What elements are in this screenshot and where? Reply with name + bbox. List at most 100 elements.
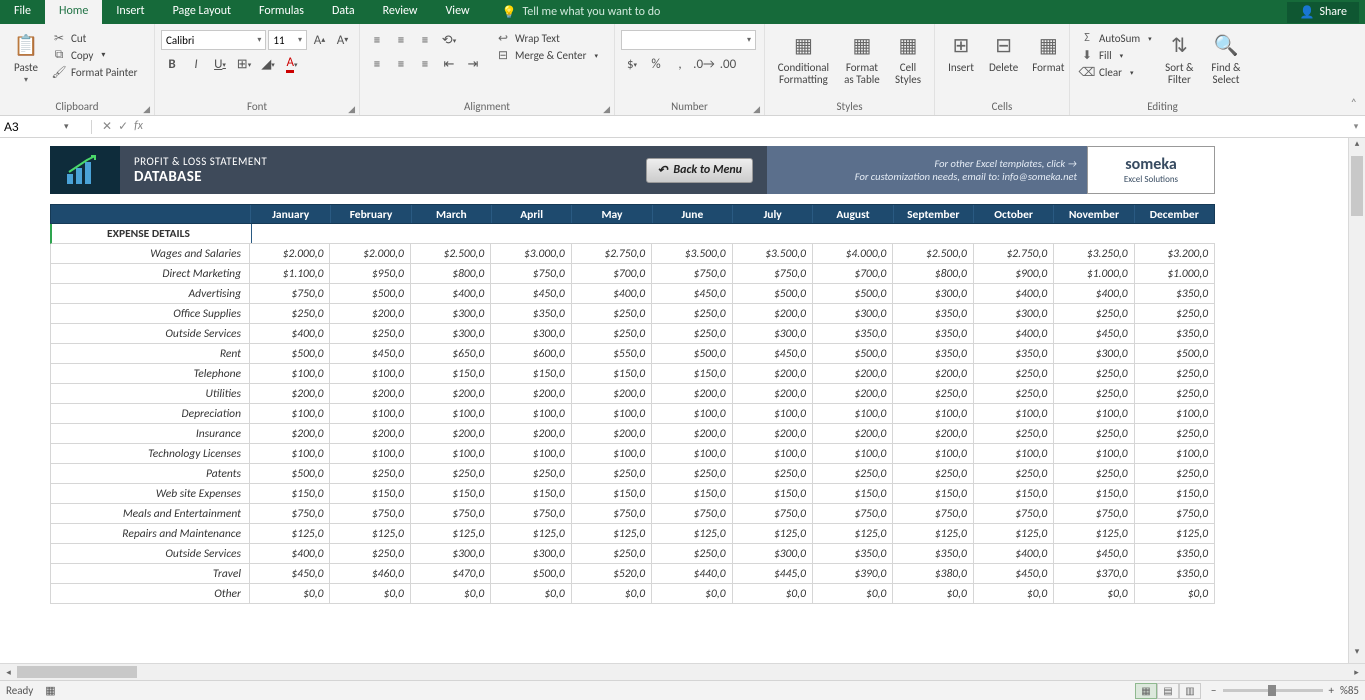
data-cell[interactable]: $900,0	[974, 264, 1054, 283]
data-cell[interactable]: $0,0	[330, 584, 410, 603]
data-cell[interactable]: $300,0	[733, 544, 813, 563]
data-cell[interactable]: $500,0	[813, 284, 893, 303]
data-cell[interactable]: $350,0	[893, 344, 973, 363]
data-cell[interactable]: $200,0	[330, 384, 410, 403]
data-cell[interactable]: $2.000,0	[330, 244, 410, 263]
chevron-down-icon[interactable]: ▾	[64, 121, 69, 132]
data-cell[interactable]: $350,0	[1135, 544, 1215, 563]
dialog-launcher-icon[interactable]: ◢	[753, 104, 760, 115]
data-cell[interactable]: $200,0	[250, 384, 330, 403]
dialog-launcher-icon[interactable]: ◢	[348, 104, 355, 115]
insert-cells-button[interactable]: ⊞Insert	[941, 30, 981, 76]
horizontal-scrollbar[interactable]: ◂ ▸	[0, 663, 1365, 680]
table-row[interactable]: Travel$450,0$460,0$470,0$500,0$520,0$440…	[50, 564, 1215, 584]
data-cell[interactable]: $200,0	[733, 424, 813, 443]
borders-button[interactable]: ⊞▾	[233, 54, 255, 74]
data-cell[interactable]: $750,0	[572, 504, 652, 523]
increase-decimal-button[interactable]: .0→	[693, 54, 715, 74]
data-cell[interactable]: $125,0	[250, 524, 330, 543]
increase-indent-button[interactable]: ⇥	[462, 54, 484, 74]
data-cell[interactable]: $250,0	[330, 464, 410, 483]
format-cells-button[interactable]: ▦Format	[1026, 30, 1070, 76]
data-cell[interactable]: $650,0	[411, 344, 491, 363]
align-middle-button[interactable]: ≡	[390, 30, 412, 50]
bold-button[interactable]: B	[161, 54, 183, 74]
data-cell[interactable]: $350,0	[893, 544, 973, 563]
data-cell[interactable]: $3.200,0	[1135, 244, 1215, 263]
data-cell[interactable]: $200,0	[893, 364, 973, 383]
data-cell[interactable]: $250,0	[572, 464, 652, 483]
data-cell[interactable]: $400,0	[250, 544, 330, 563]
table-row[interactable]: Wages and Salaries$2.000,0$2.000,0$2.500…	[50, 244, 1215, 264]
data-cell[interactable]: $250,0	[974, 424, 1054, 443]
data-cell[interactable]: $2.000,0	[250, 244, 330, 263]
percent-button[interactable]: %	[645, 54, 667, 74]
data-cell[interactable]: $200,0	[652, 424, 732, 443]
data-cell[interactable]: $370,0	[1054, 564, 1134, 583]
align-top-button[interactable]: ≡	[366, 30, 388, 50]
zoom-thumb[interactable]	[1268, 685, 1276, 696]
data-cell[interactable]: $200,0	[813, 384, 893, 403]
zoom-value[interactable]: %85	[1340, 684, 1359, 697]
data-cell[interactable]: $150,0	[652, 484, 732, 503]
data-cell[interactable]: $0,0	[572, 584, 652, 603]
increase-font-button[interactable]: A▴	[309, 30, 330, 50]
data-cell[interactable]: $300,0	[411, 544, 491, 563]
data-cell[interactable]: $3.500,0	[733, 244, 813, 263]
data-cell[interactable]: $500,0	[330, 284, 410, 303]
data-cell[interactable]: $150,0	[813, 484, 893, 503]
data-cell[interactable]: $100,0	[813, 404, 893, 423]
data-cell[interactable]: $100,0	[974, 444, 1054, 463]
data-cell[interactable]: $150,0	[411, 364, 491, 383]
data-cell[interactable]: $200,0	[250, 424, 330, 443]
table-row[interactable]: Office Supplies$250,0$200,0$300,0$350,0$…	[50, 304, 1215, 324]
data-cell[interactable]: $350,0	[1135, 324, 1215, 343]
data-cell[interactable]: $520,0	[572, 564, 652, 583]
data-cell[interactable]: $250,0	[1054, 464, 1134, 483]
data-cell[interactable]: $100,0	[491, 404, 571, 423]
data-cell[interactable]: $250,0	[1135, 424, 1215, 443]
conditional-formatting-button[interactable]: ▦Conditional Formatting	[771, 30, 836, 88]
data-cell[interactable]: $250,0	[572, 544, 652, 563]
table-row[interactable]: Other$0,0$0,0$0,0$0,0$0,0$0,0$0,0$0,0$0,…	[50, 584, 1215, 604]
data-cell[interactable]: $3.250,0	[1054, 244, 1134, 263]
data-cell[interactable]: $350,0	[893, 304, 973, 323]
data-cell[interactable]: $150,0	[491, 484, 571, 503]
data-cell[interactable]: $350,0	[893, 324, 973, 343]
data-cell[interactable]: $300,0	[1054, 344, 1134, 363]
data-cell[interactable]: $200,0	[733, 364, 813, 383]
data-cell[interactable]: $250,0	[893, 464, 973, 483]
data-cell[interactable]: $750,0	[491, 504, 571, 523]
table-row[interactable]: Repairs and Maintenance$125,0$125,0$125,…	[50, 524, 1215, 544]
data-cell[interactable]: $250,0	[572, 324, 652, 343]
data-cell[interactable]: $125,0	[733, 524, 813, 543]
data-cell[interactable]: $450,0	[491, 284, 571, 303]
data-cell[interactable]: $1.000,0	[1054, 264, 1134, 283]
data-cell[interactable]: $400,0	[974, 324, 1054, 343]
data-cell[interactable]: $450,0	[330, 344, 410, 363]
data-cell[interactable]: $100,0	[250, 404, 330, 423]
data-cell[interactable]: $300,0	[411, 304, 491, 323]
data-cell[interactable]: $150,0	[974, 484, 1054, 503]
data-cell[interactable]: $100,0	[491, 444, 571, 463]
data-cell[interactable]: $250,0	[1135, 384, 1215, 403]
data-cell[interactable]: $125,0	[893, 524, 973, 543]
paste-button[interactable]: 📋 Paste ▾	[6, 30, 46, 87]
data-cell[interactable]: $250,0	[1054, 364, 1134, 383]
data-cell[interactable]: $350,0	[1135, 284, 1215, 303]
data-cell[interactable]: $150,0	[411, 484, 491, 503]
data-cell[interactable]: $100,0	[893, 444, 973, 463]
data-cell[interactable]: $250,0	[974, 364, 1054, 383]
data-cell[interactable]: $200,0	[893, 424, 973, 443]
tab-review[interactable]: Review	[369, 0, 432, 24]
data-cell[interactable]: $500,0	[813, 344, 893, 363]
orientation-button[interactable]: ⟲▾	[438, 30, 460, 50]
cell-styles-button[interactable]: ▦Cell Styles	[888, 30, 928, 88]
data-cell[interactable]: $500,0	[1135, 344, 1215, 363]
data-cell[interactable]: $200,0	[733, 304, 813, 323]
vertical-scrollbar[interactable]: ▴ ▾	[1348, 138, 1365, 663]
data-cell[interactable]: $400,0	[250, 324, 330, 343]
merge-center-button[interactable]: ⊟Merge & Center▾	[492, 47, 602, 63]
font-name-combo[interactable]: Calibri▾	[161, 30, 266, 50]
data-cell[interactable]: $0,0	[411, 584, 491, 603]
